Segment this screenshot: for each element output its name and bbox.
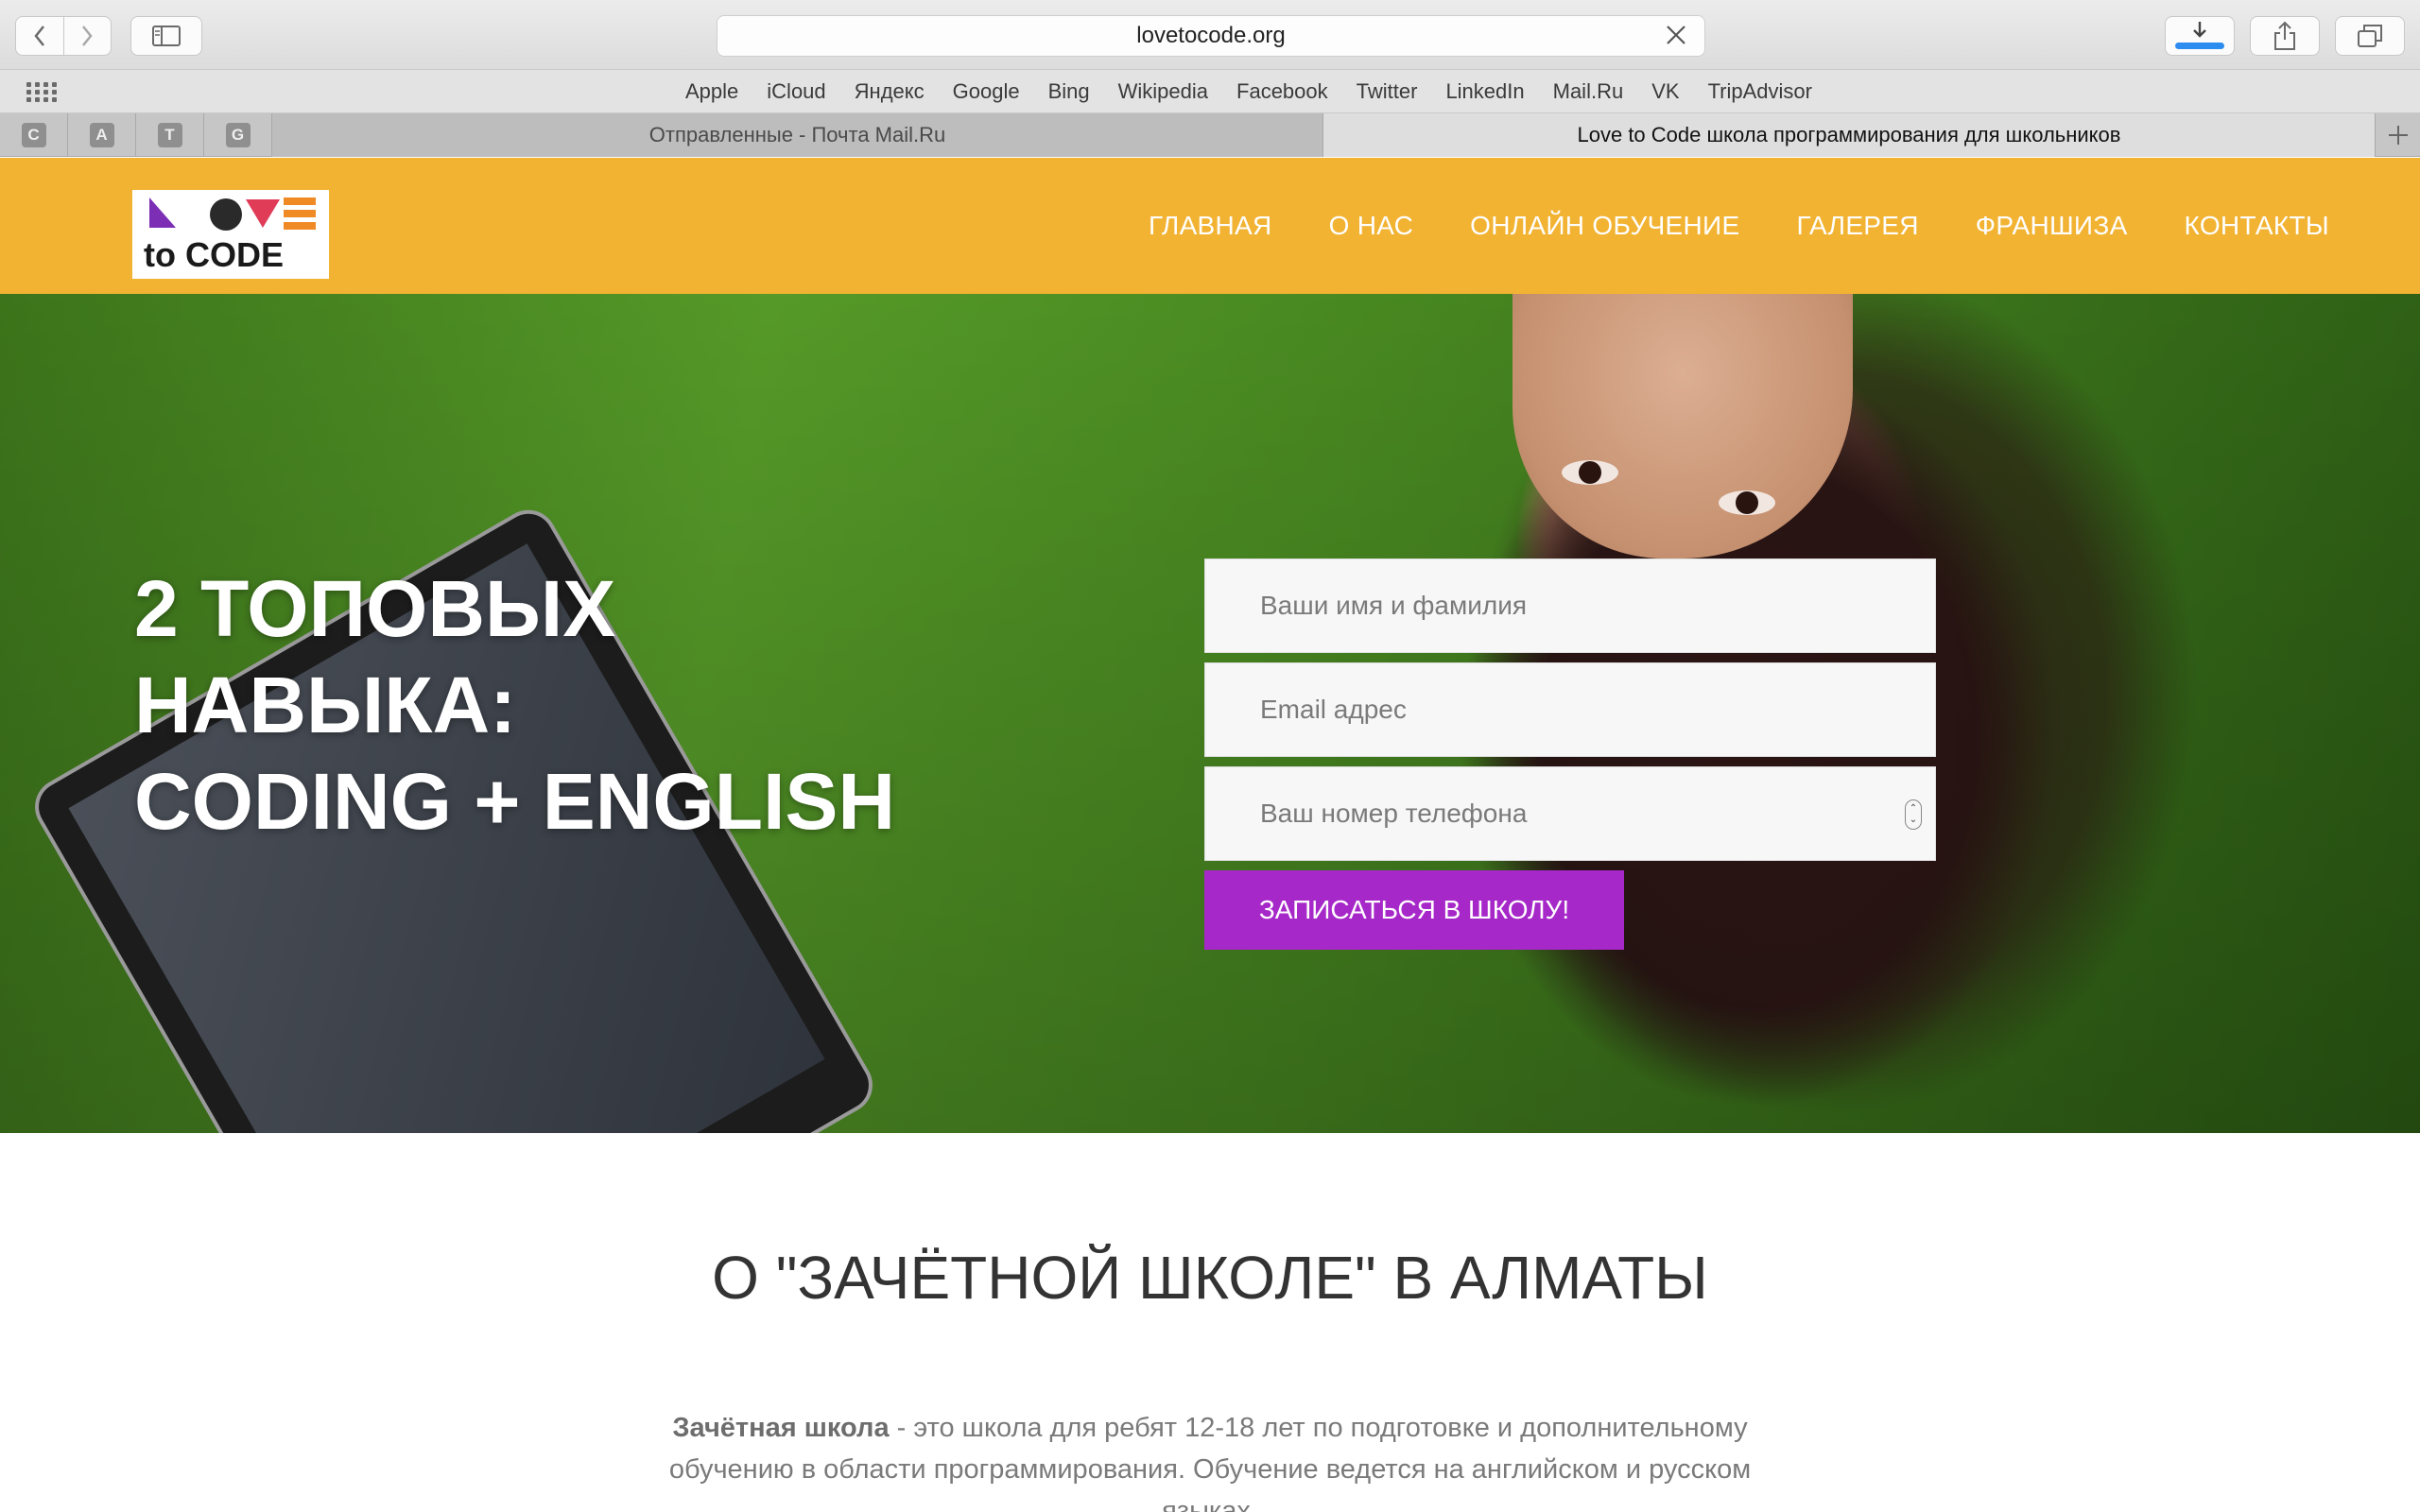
name-input[interactable] [1260,591,1846,621]
favorite-link[interactable]: VK [1651,79,1679,104]
tab-mail[interactable]: Отправленные - Почта Mail.Ru [272,113,1323,157]
nav-gallery[interactable]: ГАЛЕРЕЯ [1796,211,1918,241]
hero-title-line: CODING + ENGLISH [134,757,896,846]
favorites-bar: Apple iCloud Яндекс Google Bing Wikipedi… [0,70,2420,113]
nav-home[interactable]: ГЛАВНАЯ [1149,211,1272,241]
show-all-tabs-button[interactable] [2335,16,2405,56]
forward-button[interactable] [62,17,112,55]
favorites-list: Apple iCloud Яндекс Google Bing Wikipedi… [0,70,2420,113]
number-stepper-icon[interactable]: ⌃ ⌄ [1905,799,1922,830]
favorite-link[interactable]: Facebook [1236,79,1328,104]
favorite-link[interactable]: Яндекс [855,79,925,104]
pinned-tab[interactable]: G [204,113,272,157]
name-field-wrapper [1204,558,1936,653]
favorite-link[interactable]: Mail.Ru [1553,79,1624,104]
pinned-tab-label: A [89,123,114,147]
address-bar[interactable]: lovetocode.org [717,15,1705,57]
logo-e-shape [284,198,316,230]
nav-about[interactable]: О НАС [1329,211,1414,241]
favorite-link[interactable]: Google [953,79,1020,104]
back-button[interactable] [16,17,63,55]
about-section: О "ЗАЧЁТНОЙ ШКОЛЕ" В АЛМАТЫ Зачётная шко… [0,1133,2420,1512]
phone-field-wrapper: ⌃⌄ [1204,766,1936,861]
about-text: Зачётная школа - это школа для ребят 12-… [662,1407,1758,1512]
hero-title-line: НАВЫКА: [134,661,517,749]
plus-icon [2388,126,2408,145]
logo-v-shape [246,199,280,228]
logo-circle [210,198,242,231]
pinned-tab[interactable]: C [0,113,68,157]
favorite-link[interactable]: LinkedIn [1445,79,1524,104]
site-header: to CODE ГЛАВНАЯ О НАС ОНЛАЙН ОБУЧЕНИЕ ГА… [0,158,2420,294]
nav-franchise[interactable]: ФРАНШИЗА [1976,211,2128,241]
logo-subtitle: to CODE [144,235,284,274]
favorite-link[interactable]: Bing [1048,79,1090,104]
site-logo[interactable]: to CODE [132,190,329,279]
pinned-tab[interactable]: A [68,113,136,157]
sidebar-icon [152,26,181,46]
email-input[interactable] [1260,695,1846,725]
chevron-left-icon [34,26,44,46]
hero-title-line: 2 ТОПОВЫХ [134,564,616,653]
url-text: lovetocode.org [1136,23,1286,48]
hero-title: 2 ТОПОВЫХ НАВЫКА: CODING + ENGLISH [134,560,985,850]
sidebar-toggle-button[interactable] [130,16,202,56]
pinned-tab-label: T [157,123,182,147]
stop-loading-button[interactable] [1665,24,1687,53]
share-icon [2274,21,2295,50]
nav-online[interactable]: ОНЛАЙН ОБУЧЕНИЕ [1470,211,1739,241]
new-tab-button[interactable] [2375,113,2420,157]
favorite-link[interactable]: Twitter [1357,79,1418,104]
tab-lovetocode[interactable]: Love to Code школа программирования для … [1323,113,2375,157]
about-text-bold: Зачётная школа [672,1413,890,1443]
pinned-tab-label: G [225,123,251,147]
signup-form: ⌃⌄ Записаться в школу! [1204,558,1936,950]
phone-input[interactable] [1260,799,1846,829]
browser-toolbar: lovetocode.org [0,0,2420,70]
favorite-link[interactable]: Apple [685,79,738,104]
main-nav: ГЛАВНАЯ О НАС ОНЛАЙН ОБУЧЕНИЕ ГАЛЕРЕЯ ФР… [1092,211,2329,241]
pinned-tab[interactable]: T [136,113,204,157]
tabs-overview-icon [2358,25,2382,47]
share-button[interactable] [2250,16,2320,56]
favorite-link[interactable]: iCloud [767,79,825,104]
submit-button[interactable]: Записаться в школу! [1204,870,1624,950]
pinned-tab-label: C [21,123,46,147]
tab-bar: C A T G Отправленные - Почта Mail.Ru Lov… [0,113,2420,157]
favorite-link[interactable]: Wikipedia [1118,79,1208,104]
nav-contacts[interactable]: КОНТАКТЫ [2185,211,2329,241]
download-icon [2175,22,2224,49]
hero-section: 2 ТОПОВЫХ НАВЫКА: CODING + ENGLISH ⌃⌄ За… [0,294,2420,1133]
logo-triangle [149,198,176,228]
eye-right [1719,490,1775,515]
chevron-right-icon [82,26,93,46]
favorite-link[interactable]: TripAdvisor [1708,79,1812,104]
eye-left [1562,460,1618,485]
email-field-wrapper [1204,662,1936,757]
close-icon [1667,26,1685,44]
about-title: О "ЗАЧЁТНОЙ ШКОЛЕ" В АЛМАТЫ [712,1244,1708,1312]
downloads-button[interactable] [2165,16,2235,56]
history-nav [15,16,112,56]
